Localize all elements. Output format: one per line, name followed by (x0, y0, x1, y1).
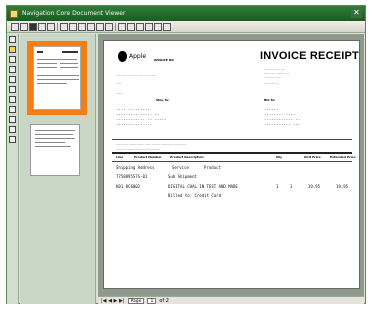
text-icon[interactable] (9, 96, 16, 103)
col-extended-price: Extended Price (330, 155, 356, 159)
table-top-rule (112, 152, 352, 154)
last-page-icon[interactable] (145, 22, 153, 31)
meta-line: ------ ---- -- (264, 81, 279, 85)
app-icon (10, 9, 18, 18)
help-icon[interactable] (163, 22, 171, 31)
zoom-out-icon[interactable] (47, 22, 55, 31)
table-row: 1 (290, 184, 293, 189)
table-row: 7758895S7S-01 (116, 174, 148, 179)
rotate-right-icon[interactable] (87, 22, 95, 31)
status-bar: |◀ ◀ ▶ ▶| Page 1 of 2 (98, 296, 364, 304)
thumbnail-page-1-image (33, 46, 81, 110)
highlighter-icon[interactable] (9, 46, 16, 53)
table-header-rule (112, 161, 352, 162)
first-page-icon[interactable] (118, 22, 126, 31)
fit-width-icon[interactable] (69, 22, 77, 31)
next-page-icon[interactable] (136, 22, 144, 31)
document-area[interactable]: Apple INVOICE RECEIPT INVOICE NO ---- --… (98, 34, 364, 296)
table-row: 19.95 (336, 184, 349, 189)
page-nav-buttons[interactable]: |◀ ◀ ▶ ▶| (101, 298, 125, 304)
thumbnail-page-2[interactable] (30, 124, 80, 176)
apple-logo-icon (118, 51, 127, 62)
attach-icon[interactable] (9, 136, 16, 143)
pointer-icon[interactable] (9, 36, 16, 43)
note-icon[interactable] (9, 86, 16, 93)
document-page: Apple INVOICE RECEIPT INVOICE NO ---- --… (103, 40, 360, 289)
col-line: Line (116, 155, 124, 159)
open-icon[interactable] (29, 22, 37, 31)
table-row: K01 8C6002 (116, 184, 141, 189)
col-product-description: Product Description (170, 155, 204, 159)
col-qty: Qty (276, 155, 282, 159)
pan-icon[interactable] (105, 22, 113, 31)
receipt-title: INVOICE RECEIPT (260, 50, 359, 62)
table-row: Shipping Address (116, 165, 155, 170)
thumbnail-pane (20, 34, 96, 304)
table-row: Service (172, 165, 189, 170)
rotate-left-icon[interactable] (78, 22, 86, 31)
link-icon[interactable] (9, 126, 16, 133)
title-bar: Navigation Core Document Viewer ✕ (7, 6, 365, 21)
table-row: 1 (276, 184, 279, 189)
save-icon[interactable] (11, 22, 19, 31)
order-info-line: --------- ------- ---------- ------- ---… (116, 147, 160, 151)
viewer-window: Navigation Core Document Viewer ✕ Apple … (6, 5, 366, 304)
eraser-icon[interactable] (9, 116, 16, 123)
toolbar-separator (57, 22, 58, 31)
order-info-line: ----- ----- -------- ----- ----- -------… (116, 142, 187, 146)
table-row: Sub Shipment (168, 174, 197, 179)
select-icon[interactable] (96, 22, 104, 31)
close-button[interactable]: ✕ (351, 8, 362, 18)
toolbar (7, 21, 365, 33)
page-number-input[interactable]: 1 (147, 297, 157, 304)
tool-strip (7, 34, 19, 304)
window-title: Navigation Core Document Viewer (22, 10, 126, 17)
page-label: Page (127, 297, 145, 304)
page-count: of 2 (159, 297, 169, 304)
table-row: Product (204, 165, 221, 170)
col-product-number: Product Number (134, 155, 162, 159)
fit-page-icon[interactable] (60, 22, 68, 31)
table-row: DIGITAL CHAL IN TEST AND MADE (168, 184, 238, 189)
zoom-in-icon[interactable] (38, 22, 46, 31)
toolbar-separator (115, 22, 116, 31)
pencil-icon[interactable] (9, 56, 16, 63)
bill-address: ----------- --- (264, 122, 301, 127)
col-unit-price: Unit Price (304, 155, 321, 159)
address-line: ----- (116, 81, 122, 85)
table-row: Billed to: Credit Card (168, 193, 221, 198)
ship-to-label: Ship To: (156, 98, 170, 102)
table-row: 19.95 (308, 184, 321, 189)
address-line: ----- ---- ----- --- ---- -- --- ----- (116, 73, 157, 77)
refresh-icon[interactable] (154, 22, 162, 31)
prev-page-icon[interactable] (127, 22, 135, 31)
address-line: ------ (116, 91, 123, 95)
thumbnail-page-1[interactable] (27, 41, 87, 115)
pen-icon[interactable] (9, 66, 16, 73)
stamp-icon[interactable] (9, 76, 16, 83)
shape-icon[interactable] (9, 106, 16, 113)
meta-line: ----------- ---- (264, 75, 282, 79)
invoice-number-label: INVOICE NO (154, 58, 174, 62)
brand-name: Apple (129, 53, 147, 60)
ship-address: ----------- --- (116, 122, 153, 127)
bill-to-label: Bill To: (264, 98, 276, 102)
divider (112, 139, 352, 140)
print-icon[interactable] (20, 22, 28, 31)
